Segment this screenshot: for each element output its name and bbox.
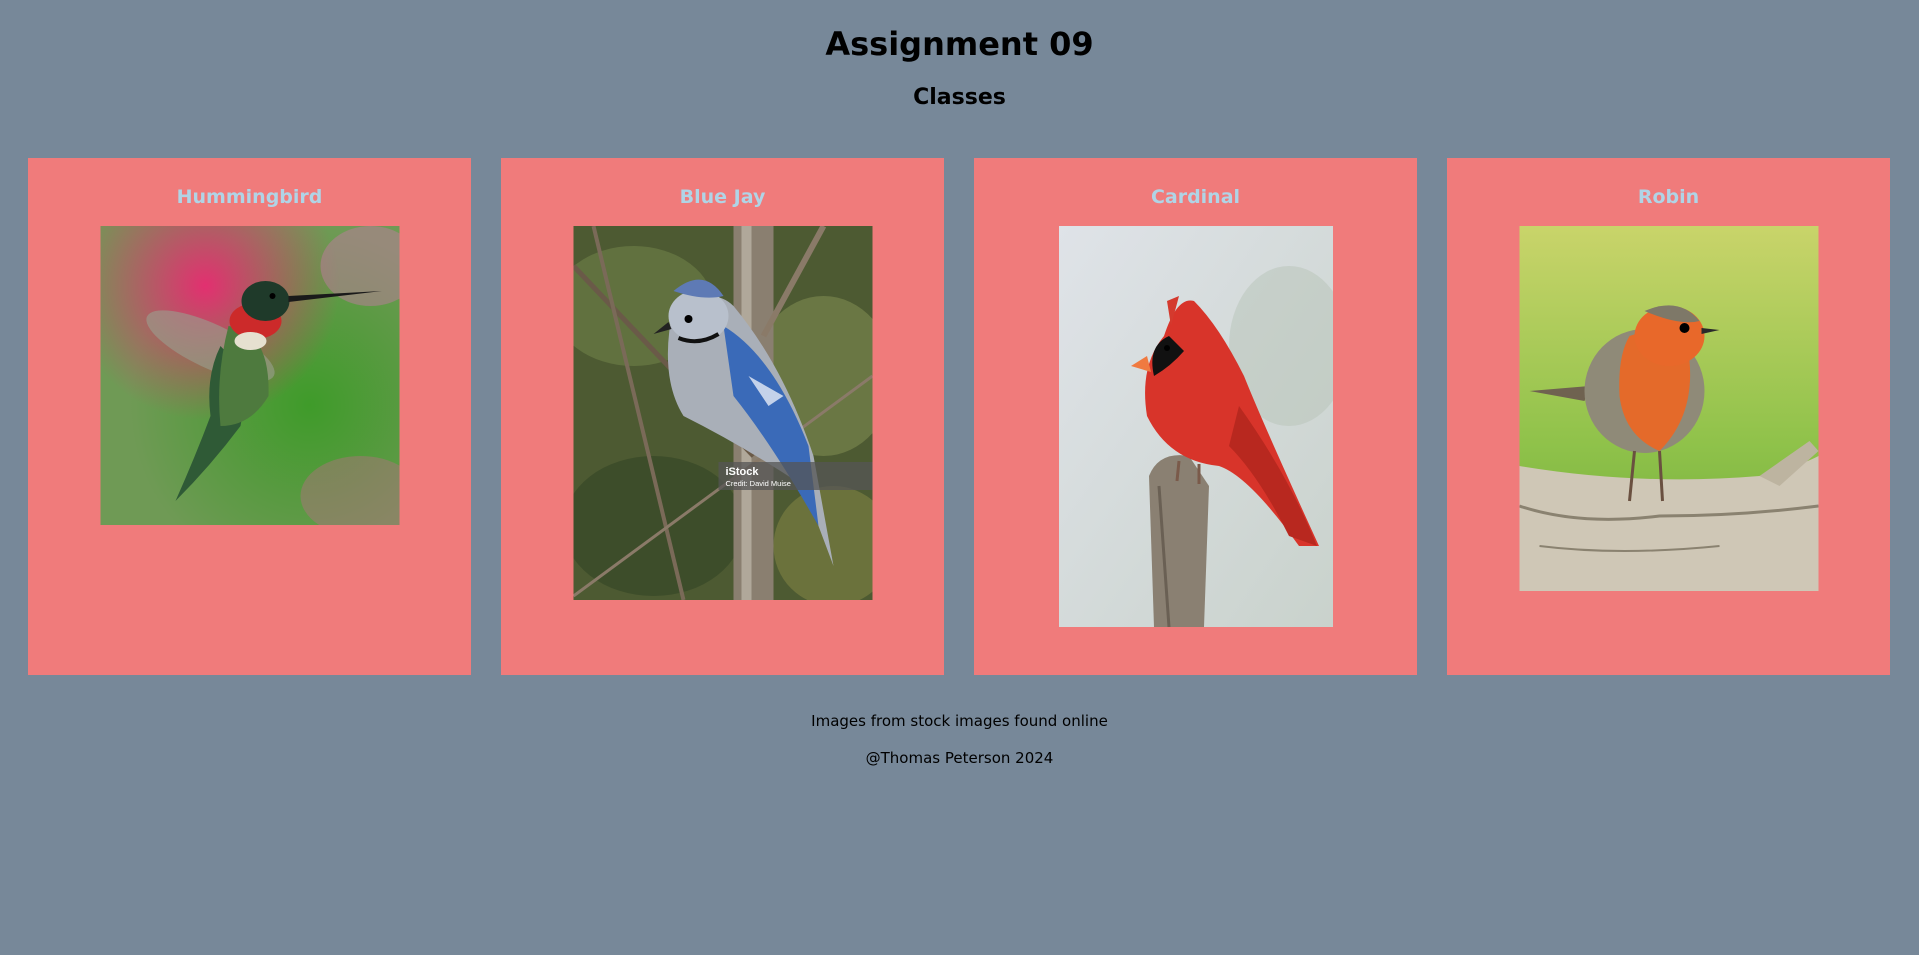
blue-jay-image: iStock Credit: David Muise xyxy=(573,226,872,600)
watermark-brand: iStock xyxy=(725,466,759,478)
card-robin: Robin xyxy=(1447,158,1890,675)
card-title: Cardinal xyxy=(1150,186,1241,208)
card-blue-jay: Blue Jay iStock Credit: David Muise xyxy=(501,158,944,675)
page-subtitle: Classes xyxy=(913,85,1006,110)
card-row: Hummingbird Blue Jay iStock Credit: Davi… xyxy=(28,158,1890,675)
robin-image xyxy=(1519,226,1818,591)
card-hummingbird: Hummingbird xyxy=(28,158,471,675)
card-title: Blue Jay xyxy=(679,186,766,208)
footer-copyright: @Thomas Peterson 2024 xyxy=(865,749,1054,767)
watermark-credit: Credit: David Muise xyxy=(725,479,790,488)
page-title: Assignment 09 xyxy=(825,25,1094,63)
card-cardinal: Cardinal xyxy=(974,158,1417,675)
footer: Images from stock images found online @T… xyxy=(0,712,1919,786)
footer-credit: Images from stock images found online xyxy=(811,712,1108,730)
card-title: Hummingbird xyxy=(176,186,323,208)
cardinal-image xyxy=(1058,226,1333,627)
hummingbird-image xyxy=(100,226,399,525)
card-title: Robin xyxy=(1637,186,1700,208)
